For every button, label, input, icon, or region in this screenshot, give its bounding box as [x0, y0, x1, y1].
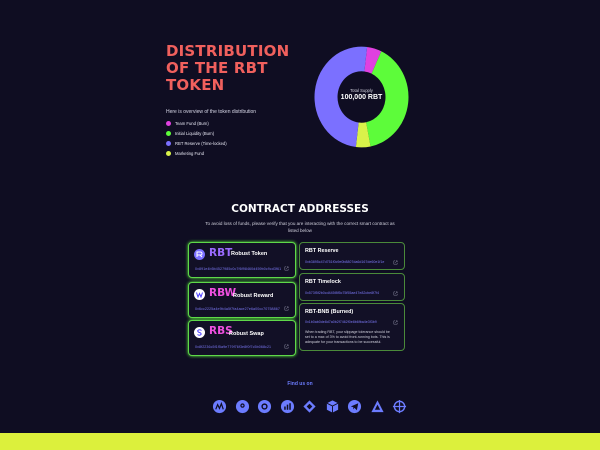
token-card-rbw: RBW Robust Reward 0x6cc2225a4e9b4a5f7fa4…	[188, 282, 296, 318]
burned-lp-address[interactable]: 0x1b0ab0de8d7a0b2f7462f0e8b6fba4e3f3b9	[305, 320, 377, 324]
rbs-logo-icon	[194, 327, 205, 338]
crosshair-icon[interactable]	[392, 399, 407, 414]
external-link-icon[interactable]	[393, 260, 398, 265]
distribution-legend: Team Fund (Burn) Initial Liquidity (Burn…	[166, 118, 227, 158]
donut-center: Total Supply 100,000 RBT	[313, 88, 410, 101]
triangle-icon[interactable]	[370, 399, 385, 414]
rbt-logo-icon	[194, 249, 205, 260]
legend-dot	[166, 130, 171, 136]
token-address[interactable]: 0x6cc2225a4e9b4a5f7fa4ace27e6a00cc707588…	[195, 307, 280, 311]
bsc-icon[interactable]	[302, 399, 317, 414]
telegram-icon[interactable]	[347, 399, 362, 414]
burned-lp-card: RBT-BNB (Burned) 0x1b0ab0de8d7a0b2f7462f…	[299, 303, 405, 351]
slippage-note: When trading RBT, your slippage toleranc…	[305, 330, 390, 344]
legend-item: RBT Reserve (Time-locked)	[166, 138, 227, 148]
token-card-rbt: RBT Robust Token 0x891e4b5b4527985c0c7f6…	[188, 242, 296, 278]
legend-item: Team Fund (Burn)	[166, 118, 227, 128]
title-line-2: OF THE RBT	[166, 59, 268, 77]
token-address[interactable]: 0x8f2236c5f1f5a9e779f76f3e8f0f7c5b068c21	[195, 345, 271, 349]
reserve-card: RBT Reserve 0xb3895c47d751f0c9e0b8807da6…	[299, 242, 405, 270]
legend-label: Team Fund (Burn)	[175, 120, 209, 126]
legend-label: RBT Reserve (Time-locked)	[175, 140, 227, 146]
social-links	[212, 399, 407, 414]
external-link-icon[interactable]	[284, 266, 289, 271]
burned-lp-title: RBT-BNB (Burned)	[305, 309, 354, 315]
chart-icon[interactable]	[280, 399, 295, 414]
token-symbol: RBT	[209, 247, 233, 259]
token-address[interactable]: 0x891e4b5b4527985c0c7f6f98460d459b0c9cd3…	[195, 267, 281, 271]
rbw-logo-icon	[194, 289, 205, 300]
external-link-icon[interactable]	[284, 344, 289, 349]
legend-item: Initial Liquidity (Burn)	[166, 128, 227, 138]
timelock-card: RBT Timelock 0x573f5f2b0cd445f8f5c75f55a…	[299, 273, 405, 301]
distribution-intro: Here is overview of the token distributi…	[166, 109, 257, 115]
title-line-1: DISTRIBUTION	[166, 42, 290, 60]
external-link-icon[interactable]	[284, 306, 289, 311]
timelock-address[interactable]: 0x573f5f2b0cd445f8f5c75f55ae47e82cbe8f7f…	[305, 291, 379, 295]
title-line-3: TOKEN	[166, 76, 225, 94]
total-supply-value: 100,000 RBT	[340, 94, 383, 101]
bottom-accent-bar	[0, 433, 600, 450]
total-supply-caption: Total Supply	[350, 88, 373, 93]
box-icon[interactable]	[325, 399, 340, 414]
legend-label: Initial Liquidity (Burn)	[175, 130, 215, 136]
coinmarketcap-icon[interactable]	[212, 399, 227, 414]
distribution-donut: Total Supply 100,000 RBT	[313, 45, 410, 149]
token-name: Robust Token	[231, 251, 268, 257]
reserve-title: RBT Reserve	[305, 248, 339, 254]
find-us-label: Find us on	[287, 381, 313, 387]
legend-item: Marketing Fund	[166, 148, 227, 158]
timelock-title: RBT Timelock	[305, 279, 341, 285]
coingecko-icon[interactable]	[235, 399, 250, 414]
legend-label: Marketing Fund	[175, 150, 205, 156]
external-link-icon[interactable]	[393, 320, 398, 325]
page-title: DISTRIBUTION OF THE RBT TOKEN	[166, 43, 296, 94]
legend-dot	[166, 120, 171, 126]
legend-dot	[166, 140, 171, 146]
contracts-title: CONTRACT ADDRESSES	[231, 203, 369, 215]
reserve-address[interactable]: 0xb3895c47d751f0c9e0b8807da6d167de60e1f1…	[305, 260, 384, 264]
token-card-rbs: RBS Robust Swap 0x8f2236c5f1f5a9e779f76f…	[188, 320, 296, 356]
contracts-description: To avoid loss of funds, please verify th…	[205, 221, 395, 233]
external-link-icon[interactable]	[393, 291, 398, 296]
token-name: Robust Swap	[229, 331, 264, 337]
token-name: Robust Reward	[233, 293, 274, 299]
dextools-icon[interactable]	[257, 399, 272, 414]
legend-dot	[166, 150, 171, 156]
